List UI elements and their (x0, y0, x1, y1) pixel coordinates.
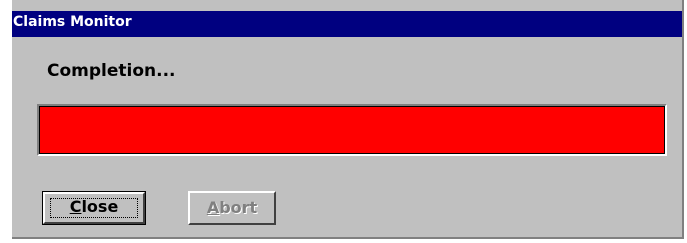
abort-button: Abort (188, 191, 276, 225)
close-button-label-rest: lose (81, 197, 119, 216)
claims-monitor-window: Claims Monitor Completion... Close Abort (12, 0, 684, 239)
close-button[interactable]: Close (42, 191, 146, 225)
close-button-label: Close (43, 198, 145, 216)
progress-track (39, 106, 665, 154)
completion-label: Completion... (47, 61, 176, 81)
close-button-hotkey: C (69, 197, 82, 216)
progress-bar (37, 104, 667, 156)
progress-fill (40, 107, 664, 153)
window-title: Claims Monitor (13, 14, 132, 30)
abort-button-label: Abort (190, 199, 274, 217)
title-bar[interactable]: Claims Monitor (12, 11, 682, 37)
abort-button-label-rest: bort (219, 198, 258, 217)
abort-button-hotkey: A (206, 198, 220, 217)
